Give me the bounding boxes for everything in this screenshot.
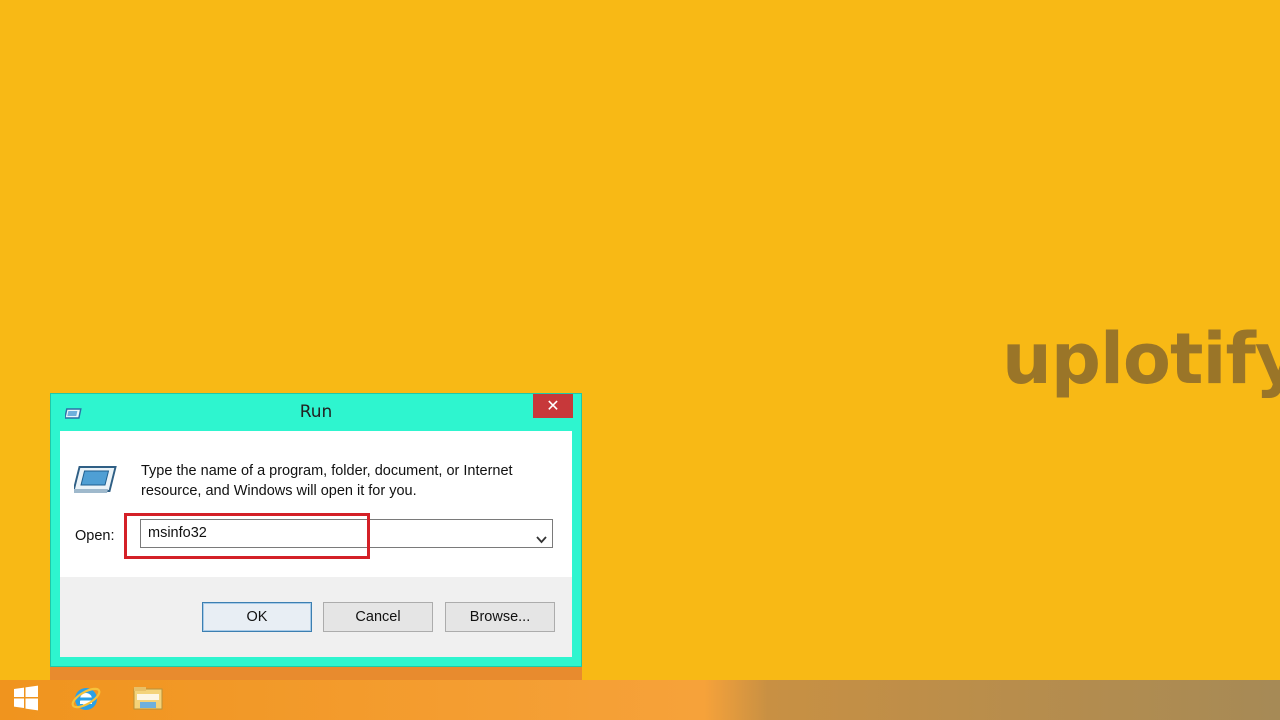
taskbar-file-explorer[interactable] [122, 680, 174, 720]
run-program-icon [71, 465, 120, 499]
browse-button[interactable]: Browse... [445, 602, 555, 632]
close-button[interactable]: ✕ [533, 394, 573, 418]
description-line-2: resource, and Windows will open it for y… [141, 483, 417, 499]
start-button[interactable] [0, 680, 52, 720]
internet-explorer-icon [70, 682, 102, 718]
taskbar [0, 680, 1280, 720]
window-shadow-strip [50, 667, 582, 680]
chevron-down-icon[interactable] [536, 529, 547, 548]
highlight-box [124, 513, 370, 559]
description-line-1: Type the name of a program, folder, docu… [141, 463, 513, 479]
windows-start-icon [12, 684, 40, 716]
title-bar[interactable]: Run ✕ [51, 394, 581, 430]
taskbar-internet-explorer[interactable] [60, 680, 112, 720]
dialog-title: Run [299, 402, 333, 422]
file-explorer-icon [131, 683, 165, 717]
run-dialog: Run ✕ Type the name of a program, folder… [50, 393, 582, 667]
close-icon: ✕ [546, 396, 560, 415]
ok-button[interactable]: OK [202, 602, 312, 632]
dialog-body: Type the name of a program, folder, docu… [60, 431, 572, 657]
cancel-button[interactable]: Cancel [323, 602, 433, 632]
open-label: Open: [75, 528, 115, 544]
uplotify-watermark: uplotify [1002, 318, 1280, 400]
dialog-description: Type the name of a program, folder, docu… [141, 461, 561, 501]
dialog-content-area: Type the name of a program, folder, docu… [60, 431, 572, 577]
